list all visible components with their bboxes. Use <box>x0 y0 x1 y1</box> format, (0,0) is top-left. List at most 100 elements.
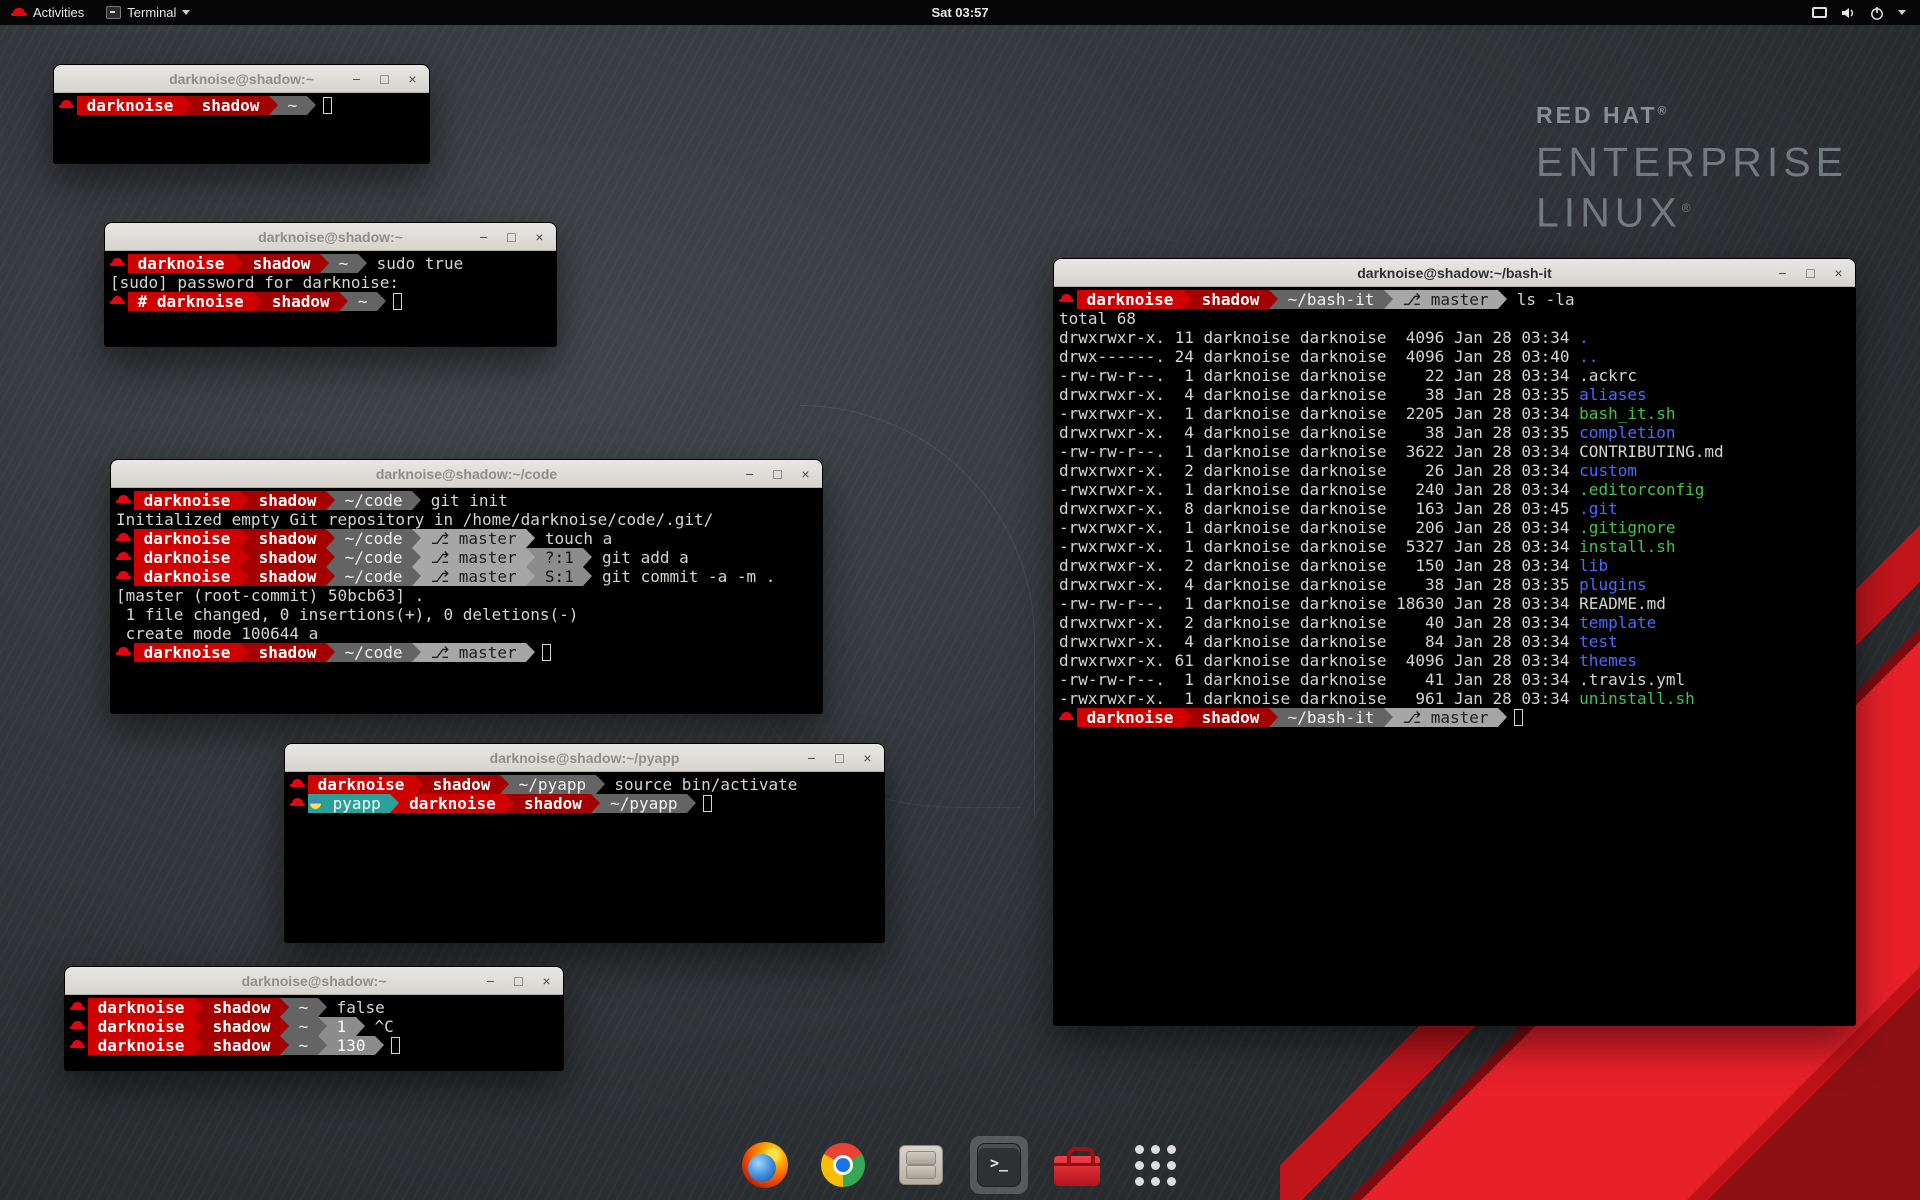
terminal-window-home-2[interactable]: darknoise@shadow:~ − □ × darknoise shado… <box>64 966 564 1071</box>
app-menu-terminal[interactable]: Terminal <box>95 0 201 25</box>
brand-line-linux: LINUX® <box>1536 185 1848 236</box>
prompt-segment-host: shadow <box>1192 708 1269 727</box>
terminal-line: drwx------. 24 darknoise darknoise 4096 … <box>1059 347 1850 366</box>
chrome-dock-button[interactable] <box>814 1136 872 1194</box>
terminal-content[interactable]: darknoise shadow ~ false darknoise shado… <box>65 995 563 1070</box>
powerline-separator-icon <box>412 491 421 510</box>
clock[interactable]: Sat 03:57 <box>931 5 988 20</box>
powerline-separator-icon <box>358 254 367 273</box>
minimize-button[interactable]: − <box>804 751 819 765</box>
terminal-text: [sudo] password for darknoise: <box>110 273 399 292</box>
toolbox-dock-button[interactable] <box>1048 1136 1106 1194</box>
terminal-line: # darknoise shadow ~ <box>110 292 551 311</box>
terminal-text: Initialized empty Git repository in /hom… <box>116 510 713 529</box>
prompt-segment-git: ⎇ master <box>421 548 526 567</box>
powerline-separator-icon <box>326 643 335 662</box>
window-title: darknoise@shadow:~ <box>258 229 403 245</box>
prompt-segment-host: shadow <box>243 254 320 273</box>
redhat-prompt-icon <box>116 643 131 662</box>
prompt-segment-host: shadow <box>203 1017 280 1036</box>
minimize-button[interactable]: − <box>349 72 364 86</box>
window-title: darknoise@shadow:~/code <box>376 466 557 482</box>
terminal-text: ls -la <box>1507 290 1574 309</box>
maximize-button[interactable]: □ <box>832 751 847 765</box>
terminal-line: drwxrwxr-x. 2 darknoise darknoise 26 Jan… <box>1059 461 1850 480</box>
terminal-content[interactable]: darknoise shadow ~ sudo true[sudo] passw… <box>105 251 556 346</box>
window-titlebar[interactable]: darknoise@shadow:~/bash-it − □ × <box>1054 259 1855 287</box>
prompt-segment-exit: 1 <box>327 1017 356 1036</box>
terminal-cursor <box>1514 709 1523 726</box>
prompt-segment-host: shadow <box>514 794 591 813</box>
maximize-button[interactable]: □ <box>377 72 392 86</box>
powerline-separator-icon <box>280 1036 289 1055</box>
terminal-text: ^C <box>365 1017 394 1036</box>
redhat-prompt-icon <box>70 998 85 1017</box>
terminal-window-code[interactable]: darknoise@shadow:~/code − □ × darknoise … <box>110 459 823 714</box>
prompt-segment-user: darknoise <box>77 96 183 115</box>
firefox-dock-button[interactable] <box>736 1136 794 1194</box>
terminal-text: README.md <box>1579 594 1666 613</box>
powerline-separator-icon <box>412 643 421 662</box>
terminal-content[interactable]: darknoise shadow ~/code git initInitiali… <box>111 488 822 713</box>
terminal-content[interactable]: darknoise shadow ~/pyapp source bin/acti… <box>285 772 884 942</box>
system-status-area[interactable] <box>1812 0 1920 25</box>
power-icon <box>1869 5 1885 21</box>
show-applications-icon <box>1135 1145 1176 1186</box>
window-titlebar[interactable]: darknoise@shadow:~ − □ × <box>65 967 563 995</box>
minimize-button[interactable]: − <box>476 230 491 244</box>
close-button[interactable]: × <box>798 467 813 481</box>
terminal-dock-button[interactable]: >_ <box>970 1136 1028 1194</box>
prompt-segment-user: darknoise <box>128 254 234 273</box>
terminal-glyph: >_ <box>990 1154 1008 1172</box>
minimize-button[interactable]: − <box>742 467 757 481</box>
prompt-segment-host: shadow <box>1192 290 1269 309</box>
window-titlebar[interactable]: darknoise@shadow:~ − □ × <box>105 223 556 251</box>
terminal-line: 1 file changed, 0 insertions(+), 0 delet… <box>116 605 817 624</box>
prompt-segment-path: ~ <box>289 998 318 1017</box>
close-button[interactable]: × <box>539 974 554 988</box>
files-dock-button[interactable] <box>892 1136 950 1194</box>
powerline-separator-icon <box>1269 290 1278 309</box>
powerline-separator-icon <box>183 96 192 115</box>
terminal-line: drwxrwxr-x. 11 darknoise darknoise 4096 … <box>1059 328 1850 347</box>
minimize-button[interactable]: − <box>483 974 498 988</box>
maximize-button[interactable]: □ <box>1803 266 1818 280</box>
maximize-button[interactable]: □ <box>504 230 519 244</box>
window-titlebar[interactable]: darknoise@shadow:~/pyapp − □ × <box>285 744 884 772</box>
maximize-button[interactable]: □ <box>511 974 526 988</box>
terminal-line: darknoise shadow ~/code ⎇ master ?:1 git… <box>116 548 817 567</box>
terminal-window-sudo[interactable]: darknoise@shadow:~ − □ × darknoise shado… <box>104 222 557 347</box>
prompt-segment-host: shadow <box>423 775 500 794</box>
terminal-text: completion <box>1579 423 1675 442</box>
close-button[interactable]: × <box>532 230 547 244</box>
window-titlebar[interactable]: darknoise@shadow:~ − □ × <box>54 65 429 93</box>
rhel-brand-wordmark: RED HAT® ENTERPRISE LINUX® <box>1536 102 1848 236</box>
terminal-content[interactable]: darknoise shadow ~ <box>54 93 429 163</box>
prompt-segment-path: ~/code <box>335 567 412 586</box>
show-applications-dock-button[interactable] <box>1126 1136 1184 1194</box>
prompt-segment-user: darknoise <box>1077 290 1183 309</box>
close-button[interactable]: × <box>860 751 875 765</box>
powerline-separator-icon <box>1384 708 1393 727</box>
window-titlebar[interactable]: darknoise@shadow:~/code − □ × <box>111 460 822 488</box>
powerline-separator-icon <box>505 794 514 813</box>
terminal-window-pyapp[interactable]: darknoise@shadow:~/pyapp − □ × darknoise… <box>284 743 885 943</box>
redhat-prompt-icon <box>290 775 305 794</box>
powerline-separator-icon <box>1183 708 1192 727</box>
minimize-button[interactable]: − <box>1775 266 1790 280</box>
powerline-separator-icon <box>240 491 249 510</box>
close-button[interactable]: × <box>405 72 420 86</box>
activities-button[interactable]: Activities <box>0 0 95 25</box>
terminal-content[interactable]: darknoise shadow ~/bash-it ⎇ master ls -… <box>1054 287 1855 1025</box>
terminal-window-bash-it[interactable]: darknoise@shadow:~/bash-it − □ × darknoi… <box>1053 258 1856 1026</box>
terminal-text: drwxrwxr-x. 4 darknoise darknoise 38 Jan… <box>1059 385 1579 404</box>
terminal-window-home-1[interactable]: darknoise@shadow:~ − □ × darknoise shado… <box>53 64 430 164</box>
toolbox-icon <box>1054 1156 1100 1186</box>
maximize-button[interactable]: □ <box>770 467 785 481</box>
terminal-text: lib <box>1579 556 1608 575</box>
redhat-prompt-icon <box>116 529 131 548</box>
brand-line-enterprise: ENTERPRISE <box>1536 139 1848 185</box>
close-button[interactable]: × <box>1831 266 1846 280</box>
prompt-segment-git: ⎇ master <box>1393 290 1498 309</box>
powerline-separator-icon <box>280 998 289 1017</box>
